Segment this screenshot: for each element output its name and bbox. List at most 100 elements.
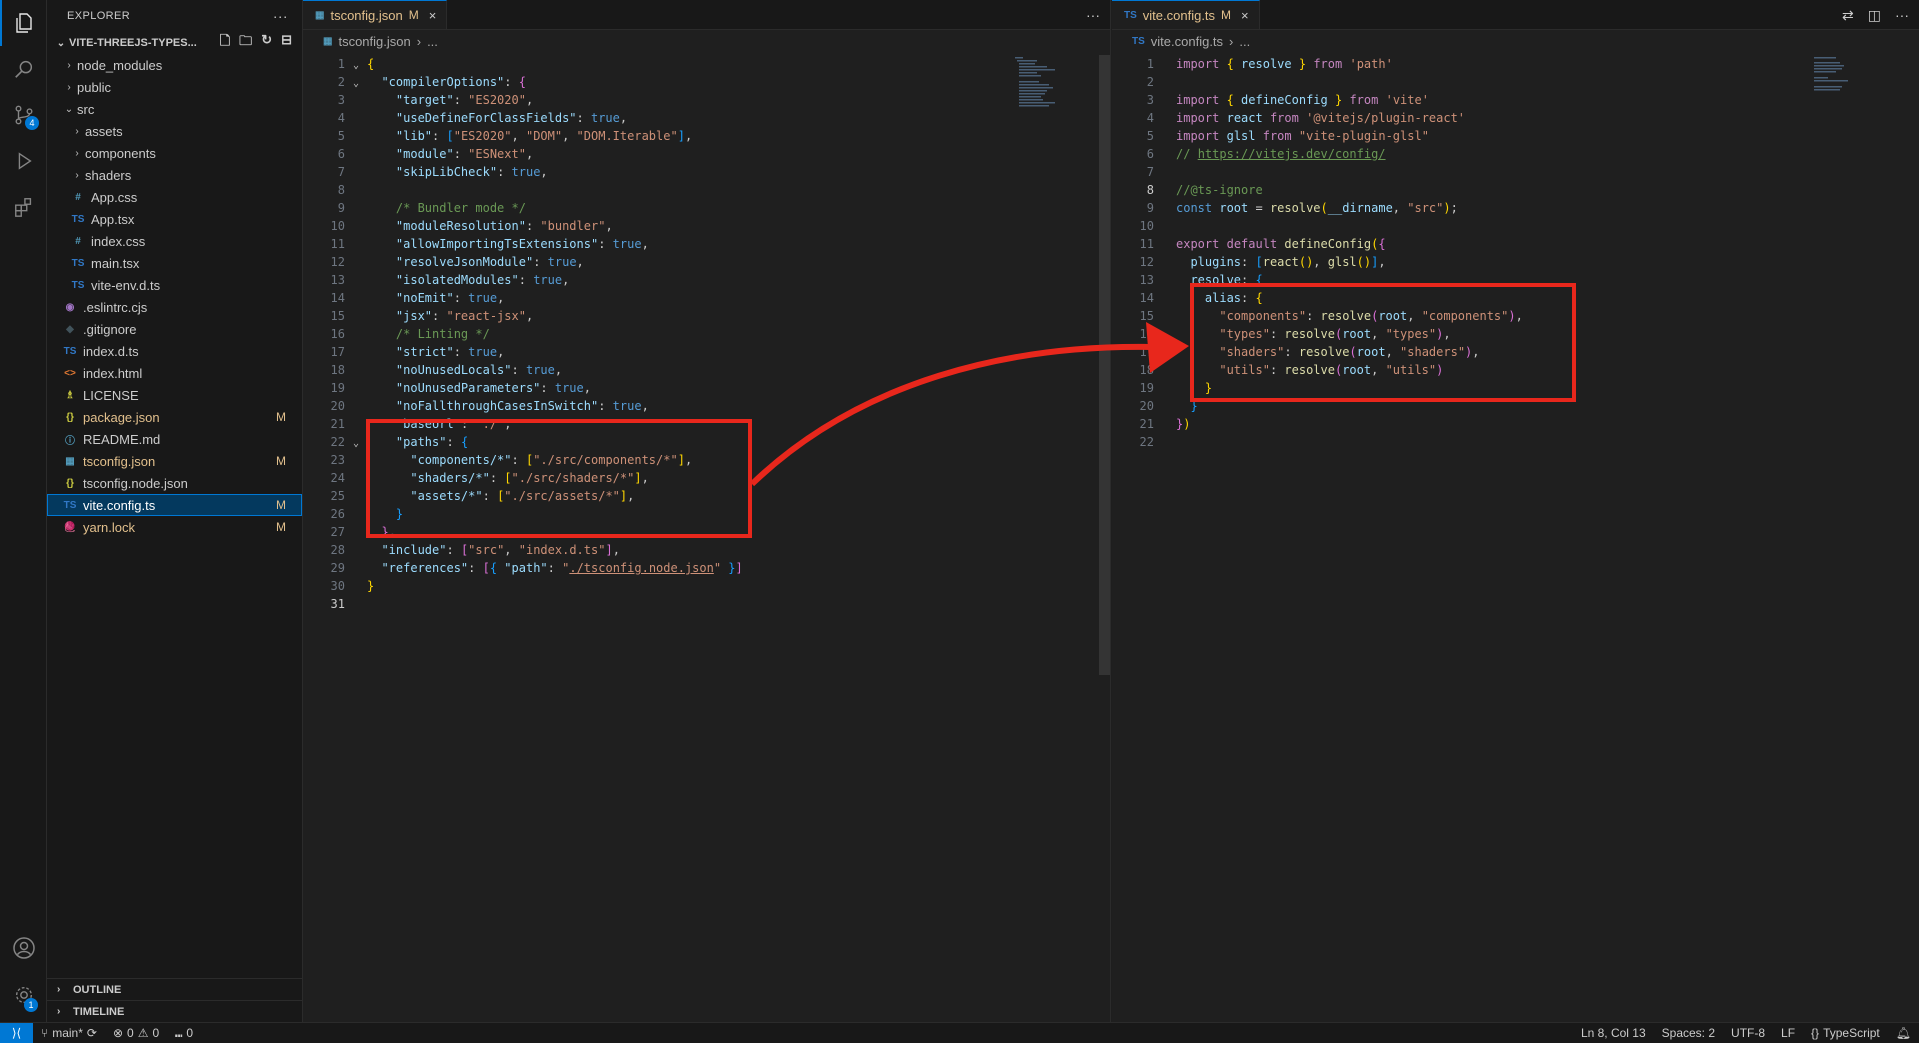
tsconfig-file-icon: ▦ — [65, 455, 75, 467]
chevron-right-icon: › — [57, 984, 61, 995]
ports-icon: ⑉ — [175, 1026, 183, 1040]
account-icon[interactable] — [0, 925, 47, 971]
git-status-badge: M — [276, 520, 286, 534]
git-branch-icon: ⑂ — [41, 1026, 49, 1040]
refresh-icon[interactable]: ↻ — [261, 32, 272, 54]
project-root[interactable]: ⌄ VITE-THREEJS-TYPES... 🗋 🗀 ↻ ⊟ — [47, 32, 302, 54]
timeline-section[interactable]: › TIMELINE — [47, 1000, 303, 1022]
annotation-box-alias — [1190, 283, 1576, 402]
explorer-icon[interactable] — [0, 0, 47, 46]
breadcrumb-file[interactable]: vite.config.ts — [1151, 34, 1223, 49]
outline-label: OUTLINE — [73, 983, 122, 996]
file-item[interactable]: {} tsconfig.node.json — [47, 472, 302, 494]
settings-badge: 1 — [24, 998, 38, 1012]
annotation-box-paths — [366, 419, 752, 538]
tab-label: vite.config.ts — [1142, 7, 1216, 23]
folder-item[interactable]: ⌄ src — [47, 98, 302, 120]
tsconfig-file-icon: ▦ — [315, 9, 325, 21]
file-item[interactable]: {} package.json M — [47, 406, 302, 428]
language-mode[interactable]: {} TypeScript — [1803, 1026, 1888, 1040]
source-control-icon[interactable]: 4 — [0, 92, 47, 138]
split-editor-icon[interactable]: ◫ — [1868, 7, 1881, 24]
file-item[interactable]: TS index.d.ts — [47, 340, 302, 362]
modified-indicator: M — [1221, 8, 1232, 22]
file-item[interactable]: ▦ tsconfig.json M — [47, 450, 302, 472]
file-item[interactable]: 🧶 yarn.lock M — [47, 516, 302, 538]
chevron-right-icon: › — [57, 1006, 61, 1017]
file-item[interactable]: ◆ .gitignore — [47, 318, 302, 340]
file-item[interactable]: TS App.tsx — [47, 208, 302, 230]
item-label: yarn.lock — [83, 519, 136, 535]
file-item[interactable]: TS main.tsx — [47, 252, 302, 274]
new-file-icon[interactable]: 🗋 — [220, 32, 230, 54]
breadcrumb-rest[interactable]: ... — [427, 34, 438, 49]
item-label: .eslintrc.cjs — [83, 299, 148, 315]
folder-item[interactable]: › shaders — [47, 164, 302, 186]
folder-item[interactable]: › node_modules — [47, 54, 302, 76]
file-item[interactable]: TS vite.config.ts M — [47, 494, 302, 516]
close-icon[interactable]: × — [1241, 8, 1249, 23]
vertical-scrollbar[interactable] — [1099, 55, 1110, 675]
item-label: components — [85, 145, 156, 161]
more-actions-icon[interactable]: ··· — [1895, 7, 1909, 23]
branch-indicator[interactable]: ⑂ main* ⟳ — [33, 1026, 105, 1040]
chevron-right-icon: › — [67, 81, 71, 93]
project-name: VITE-THREEJS-TYPES... — [69, 37, 197, 49]
line-ending[interactable]: LF — [1773, 1026, 1803, 1040]
cursor-position[interactable]: Ln 8, Col 13 — [1573, 1026, 1654, 1040]
braces-icon: {} — [1811, 1026, 1820, 1040]
settings-gear-icon[interactable]: 1 — [0, 972, 47, 1018]
chevron-right-icon: › — [1229, 33, 1234, 49]
search-icon[interactable] — [0, 46, 47, 92]
item-label: main.tsx — [91, 255, 140, 271]
file-item[interactable]: ♗ LICENSE — [47, 384, 302, 406]
tab-vite-config[interactable]: TS vite.config.ts M × — [1112, 0, 1260, 29]
encoding[interactable]: UTF-8 — [1723, 1026, 1773, 1040]
more-actions-icon[interactable]: ··· — [1086, 7, 1100, 23]
chevron-right-icon: › — [75, 147, 79, 159]
activity-bar: 4 1 — [0, 0, 47, 1022]
extensions-icon[interactable] — [0, 184, 47, 230]
close-icon[interactable]: × — [429, 8, 437, 23]
minimap[interactable] — [1013, 55, 1073, 115]
indentation[interactable]: Spaces: 2 — [1654, 1026, 1723, 1040]
typescript-file-icon: TS — [1124, 9, 1137, 21]
file-tree: › node_modules › public ⌄ src › assets › componen… — [47, 54, 302, 538]
error-count: 0 — [127, 1026, 134, 1040]
ports-count: 0 — [186, 1026, 194, 1040]
file-item[interactable]: ◉ .eslintrc.cjs — [47, 296, 302, 318]
folder-item[interactable]: › assets — [47, 120, 302, 142]
ports-indicator[interactable]: ⑉ 0 — [167, 1026, 201, 1040]
yarn-file-icon: 🧶 — [63, 521, 77, 533]
file-item[interactable]: # App.css — [47, 186, 302, 208]
item-label: vite.config.ts — [83, 497, 156, 513]
item-label: App.css — [91, 189, 138, 205]
source-control-badge: 4 — [25, 116, 39, 130]
ts-file-icon: TS — [63, 499, 77, 511]
breadcrumb-file[interactable]: tsconfig.json — [338, 34, 410, 49]
new-folder-icon[interactable]: 🗀 — [239, 32, 252, 54]
breadcrumb-rest[interactable]: ... — [1239, 34, 1250, 49]
minimap[interactable] — [1812, 55, 1872, 115]
file-item[interactable]: ⓘ README.md — [47, 428, 302, 450]
folder-item[interactable]: › public — [47, 76, 302, 98]
folder-item[interactable]: › components — [47, 142, 302, 164]
branch-name: main* — [52, 1026, 83, 1040]
item-label: App.tsx — [91, 211, 135, 227]
remote-icon[interactable]: ⟩⟨ — [0, 1022, 33, 1043]
language-label: TypeScript — [1823, 1026, 1880, 1040]
file-item[interactable]: TS vite-env.d.ts — [47, 274, 302, 296]
item-label: package.json — [83, 409, 160, 425]
item-label: tsconfig.json — [83, 453, 156, 469]
chevron-down-icon: ⌄ — [64, 103, 74, 115]
problems-indicator[interactable]: ⊗ 0 ⚠ 0 — [105, 1026, 167, 1040]
compare-changes-icon[interactable]: ⇄ — [1842, 7, 1854, 24]
outline-section[interactable]: › OUTLINE — [47, 978, 303, 1000]
file-item[interactable]: <> index.html — [47, 362, 302, 384]
notifications-bell-icon[interactable]: 🔔︎ — [1888, 1026, 1919, 1040]
collapse-all-icon[interactable]: ⊟ — [281, 32, 292, 54]
file-item[interactable]: # index.css — [47, 230, 302, 252]
explorer-more-icon[interactable]: ··· — [273, 8, 288, 24]
run-debug-icon[interactable] — [0, 138, 47, 184]
tab-tsconfig[interactable]: ▦ tsconfig.json M × — [303, 0, 448, 29]
